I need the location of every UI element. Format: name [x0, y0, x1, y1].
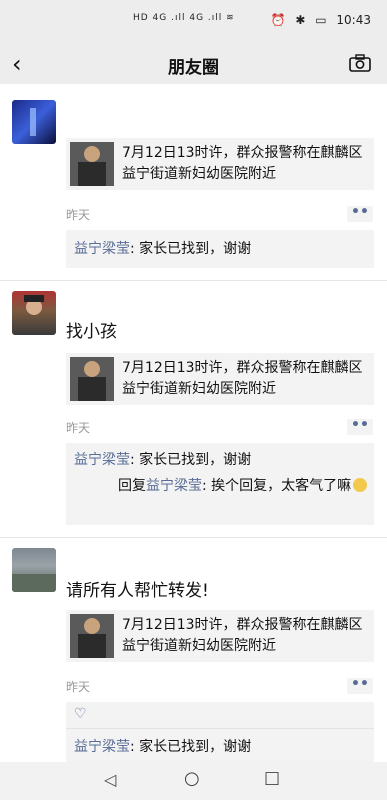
status-right: ⏰ ✱ ▭ 10:43 — [265, 13, 371, 27]
post-time: 昨天 — [66, 680, 91, 694]
like-icon[interactable]: ♡ — [74, 706, 87, 722]
home-nav-icon[interactable]: ○ — [184, 768, 200, 789]
comment-box: 益宁梁莹: 家长已找到，谢谢 回复益宁梁莹: 挨个回复，太客气了嘛 — [66, 443, 374, 525]
avatar[interactable] — [12, 100, 56, 144]
comment-text: 挨个回复，太客气了嘛 — [211, 478, 352, 494]
comment[interactable]: 益宁梁莹: 家长已找到，谢谢 — [74, 736, 368, 758]
page-title: 朋友圈 — [168, 58, 219, 78]
shared-article-card[interactable]: 7月12日13时许，群众报警称在麒麟区益宁街道新妇幼医院附近 — [66, 353, 374, 405]
nav-bar: ‹ 朋友圈 — [0, 44, 387, 84]
article-title: 7月12日13时许，群众报警称在麒麟区益宁街道新妇幼医院附近 — [122, 145, 363, 182]
comment-author[interactable]: 益宁梁莹 — [146, 478, 202, 494]
article-thumbnail — [70, 357, 114, 401]
comment-text: 家长已找到，谢谢 — [139, 241, 252, 257]
alarm-icon: ⏰ — [270, 13, 286, 27]
moments-feed[interactable]: 7月12日13时许，群众报警称在麒麟区益宁街道新妇幼医院附近 昨天 •• 益宁梁… — [0, 84, 387, 762]
article-thumbnail — [70, 142, 114, 186]
shared-article-card[interactable]: 7月12日13时许，群众报警称在麒麟区益宁街道新妇幼医院附近 — [66, 138, 374, 190]
comment-author[interactable]: 益宁梁莹 — [74, 241, 130, 257]
divider — [0, 537, 387, 538]
system-nav-bar: ◁ ○ □ — [0, 762, 387, 800]
comment-text: 家长已找到，谢谢 — [139, 452, 252, 468]
comment-box: 益宁梁莹: 家长已找到，谢谢 — [66, 230, 374, 268]
recents-nav-icon[interactable]: □ — [264, 768, 280, 788]
comment-author[interactable]: 益宁梁莹 — [74, 739, 130, 755]
more-options-button[interactable]: •• — [347, 677, 373, 694]
avatar[interactable] — [12, 548, 56, 592]
comment[interactable]: 益宁梁莹: 家长已找到，谢谢 — [74, 238, 368, 260]
more-options-button[interactable]: •• — [347, 205, 373, 222]
camera-icon[interactable] — [349, 54, 371, 72]
comment-text: 家长已找到，谢谢 — [139, 739, 252, 755]
status-bar: HD 4G .ıll 4G .ıll ≋ ⏰ ✱ ▭ 10:43 — [0, 0, 387, 44]
avatar[interactable] — [12, 291, 56, 335]
shared-article-card[interactable]: 7月12日13时许，群众报警称在麒麟区益宁街道新妇幼医院附近 — [66, 610, 374, 662]
comment-reply[interactable]: 回复益宁梁莹: 挨个回复，太客气了嘛 — [74, 475, 368, 497]
signal-indicators: HD 4G .ıll 4G .ıll ≋ — [133, 13, 235, 23]
comment-box: ♡ 益宁梁莹: 家长已找到，谢谢 — [66, 702, 374, 762]
divider — [66, 728, 374, 729]
back-nav-icon[interactable]: ◁ — [104, 770, 116, 789]
more-options-button[interactable]: •• — [347, 418, 373, 435]
battery-icon: ▭ — [315, 13, 327, 27]
article-title: 7月12日13时许，群众报警称在麒麟区益宁街道新妇幼医院附近 — [122, 617, 363, 654]
comment[interactable]: 益宁梁莹: 家长已找到，谢谢 — [74, 449, 368, 471]
divider — [0, 280, 387, 281]
clock: 10:43 — [336, 13, 371, 27]
post-time: 昨天 — [66, 421, 91, 435]
post-text: 请所有人帮忙转发! — [66, 581, 209, 601]
post-time: 昨天 — [66, 208, 91, 222]
post-text: 找小孩 — [66, 322, 117, 342]
bluetooth-icon: ✱ — [295, 13, 306, 27]
emoji-icon — [353, 478, 368, 492]
article-thumbnail — [70, 614, 114, 658]
comment-author[interactable]: 益宁梁莹 — [74, 452, 130, 468]
article-title: 7月12日13时许，群众报警称在麒麟区益宁街道新妇幼医院附近 — [122, 360, 363, 397]
